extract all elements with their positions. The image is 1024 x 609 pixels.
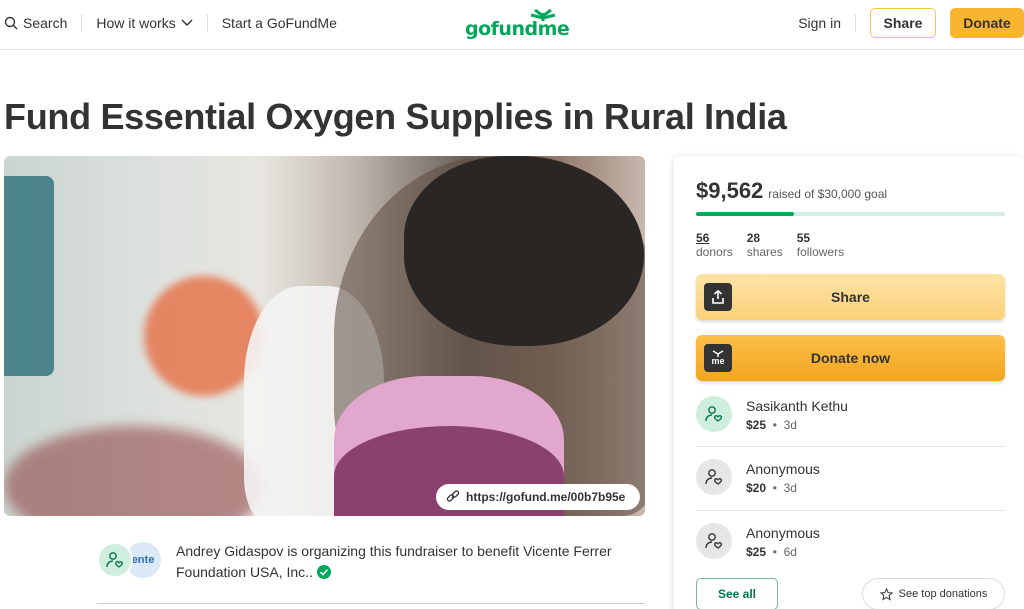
beneficiary-logo-text: ente — [131, 554, 155, 566]
donation-amount: $25 — [746, 545, 767, 559]
donation-meta: $25 • 3d — [746, 418, 797, 432]
raised-summary: $9,562 raised of $30,000 goal — [696, 178, 887, 204]
nav-left: Search How it works Start a GoFundMe — [4, 0, 351, 46]
donation-time: 6d — [783, 545, 797, 559]
donor-name: Sasikanth Kethu — [746, 398, 848, 414]
divider — [696, 446, 1005, 447]
progress-bar — [696, 212, 1005, 216]
how-it-works-menu[interactable]: How it works — [82, 13, 206, 33]
donation-item: Sasikanth Kethu $25 • 3d — [696, 396, 1005, 448]
star-icon — [879, 587, 893, 601]
donor-heart-icon — [705, 469, 723, 485]
organizer-section: ente Andrey Gidaspov is organizing this … — [97, 539, 645, 609]
logo-text: gofundme — [465, 18, 570, 40]
organizer-description: Andrey Gidaspov is organizing this fundr… — [176, 543, 612, 580]
gofundme-me-icon: me — [704, 344, 732, 372]
start-fundraiser-link[interactable]: Start a GoFundMe — [208, 13, 351, 33]
stat-value: 56 — [696, 231, 710, 245]
short-link-text: https://gofund.me/00b7b95e — [466, 490, 626, 504]
sign-in-link[interactable]: Sign in — [798, 15, 841, 31]
donation-amount: $25 — [746, 418, 767, 432]
share-button-label: Share — [831, 289, 870, 305]
site-header: Search How it works Start a GoFundMe gof… — [0, 0, 1024, 50]
page-title: Fund Essential Oxygen Supplies in Rural … — [4, 96, 787, 137]
stat-label: followers — [796, 245, 845, 259]
stat-label: shares — [746, 245, 783, 259]
donor-heart-icon — [705, 533, 723, 549]
divider — [97, 603, 645, 604]
raised-amount: $9,562 — [696, 178, 764, 203]
donation-item: Anonymous $20 • 3d — [696, 459, 1005, 511]
chevron-down-icon — [181, 19, 193, 26]
donation-item: Anonymous $25 • 6d — [696, 523, 1005, 575]
see-top-label: See top donations — [898, 588, 988, 600]
nav-right: Sign in Share Donate — [798, 8, 1024, 38]
nav-divider — [855, 14, 856, 32]
donor-avatar — [696, 396, 732, 432]
stat-label: donors — [696, 245, 733, 259]
search-link[interactable]: Search — [4, 13, 81, 33]
share-button[interactable]: Share — [696, 274, 1005, 320]
raised-goal: raised of $30,000 goal — [768, 187, 888, 201]
donor-avatar — [696, 459, 732, 495]
donate-button-label: Donate now — [810, 350, 891, 366]
stat-value: 55 — [796, 231, 811, 245]
photo-region — [4, 176, 54, 376]
stat-value: 28 — [746, 231, 761, 245]
stat-followers: 55 followers — [797, 231, 844, 259]
donation-meta: $20 • 3d — [746, 481, 797, 495]
progress-fill — [696, 212, 795, 216]
donor-avatar — [696, 523, 732, 559]
stat-shares: 28 shares — [747, 231, 783, 259]
donate-now-button[interactable]: me Donate now — [696, 335, 1005, 381]
donation-time: 3d — [783, 418, 797, 432]
stat-donors[interactable]: 56 donors — [696, 231, 733, 259]
donor-name: Anonymous — [746, 525, 820, 541]
photo-region — [404, 156, 644, 346]
search-icon — [4, 16, 18, 30]
link-icon — [446, 490, 460, 502]
how-it-works-label: How it works — [96, 15, 176, 31]
short-link-chip[interactable]: https://gofund.me/00b7b95e — [436, 484, 640, 510]
user-heart-icon — [106, 552, 124, 568]
donation-sidebar: $9,562 raised of $30,000 goal 56 donors … — [674, 156, 1024, 609]
header-share-button[interactable]: Share — [870, 8, 936, 38]
donor-heart-icon — [705, 406, 723, 422]
donation-amount: $20 — [746, 481, 767, 495]
photo-region — [4, 426, 264, 516]
verified-check-icon — [316, 565, 331, 579]
stats-row: 56 donors 28 shares 55 followers — [696, 231, 844, 259]
share-icon — [704, 283, 732, 311]
donor-name: Anonymous — [746, 461, 820, 477]
organizer-avatar — [97, 542, 133, 578]
see-top-donations-button[interactable]: See top donations — [862, 578, 1005, 609]
organizer-text: Andrey Gidaspov is organizing this fundr… — [176, 541, 646, 583]
donation-time: 3d — [783, 481, 797, 495]
campaign-hero-image[interactable]: https://gofund.me/00b7b95e — [4, 156, 645, 516]
start-label: Start a GoFundMe — [221, 15, 337, 31]
donation-meta: $25 • 6d — [746, 545, 797, 559]
search-label: Search — [23, 15, 68, 31]
divider — [696, 510, 1005, 511]
header-donate-button[interactable]: Donate — [950, 8, 1024, 38]
see-all-button[interactable]: See all — [696, 578, 778, 609]
me-icon-text: me — [711, 356, 725, 366]
gofundme-logo[interactable]: gofundme — [465, 8, 570, 40]
